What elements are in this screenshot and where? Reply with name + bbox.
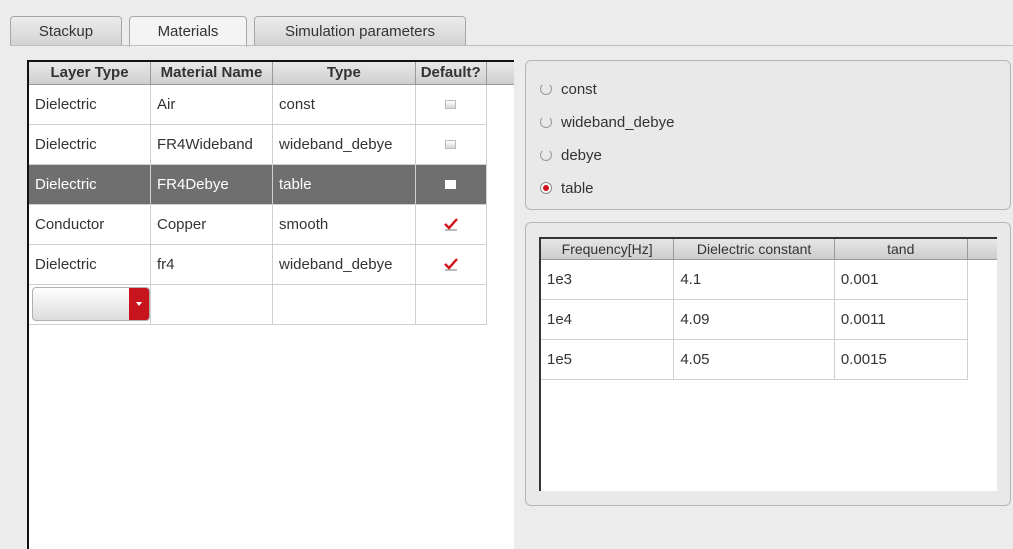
table-row[interactable]: Conductor Copper smooth — [29, 204, 514, 245]
materials-table-panel: Layer Type Material Name Type Default? D… — [27, 60, 514, 549]
column-header-filler — [967, 239, 997, 260]
cell-type[interactable]: table — [272, 164, 416, 205]
column-header-frequency[interactable]: Frequency[Hz] — [541, 239, 675, 260]
row-filler — [967, 259, 997, 299]
cell-type[interactable] — [272, 284, 416, 325]
cell-type[interactable]: wideband_debye — [272, 124, 416, 165]
radio-button[interactable] — [540, 116, 552, 128]
radio-button[interactable] — [540, 83, 552, 95]
tab-stackup[interactable]: Stackup — [10, 16, 122, 46]
cell-material-name[interactable] — [150, 284, 274, 325]
frequency-table-group: Frequency[Hz] Dielectric constant tand 1… — [525, 222, 1011, 506]
cell-default — [415, 164, 487, 205]
checkmark-icon — [443, 257, 458, 270]
cell-default — [415, 204, 487, 245]
radio-label: wideband_debye — [561, 113, 675, 131]
tab-materials[interactable]: Materials — [129, 16, 247, 47]
table-header-row: Frequency[Hz] Dielectric constant tand — [541, 239, 997, 260]
default-checkbox-checked[interactable] — [443, 217, 458, 232]
cell-material-name[interactable]: Copper — [150, 204, 274, 245]
table-row[interactable]: Dielectric fr4 wideband_debye — [29, 244, 514, 285]
cell-type[interactable]: wideband_debye — [272, 244, 416, 285]
row-filler — [967, 299, 997, 339]
cell-type[interactable]: const — [272, 84, 416, 125]
table-row[interactable]: 1e5 4.05 0.0015 — [541, 339, 997, 380]
cell-tand[interactable]: 0.0011 — [834, 299, 968, 340]
layer-type-dropdown[interactable] — [32, 287, 150, 321]
cell-layer-type-editor — [29, 284, 151, 325]
cell-dielectric-constant[interactable]: 4.05 — [673, 339, 835, 380]
table-row[interactable]: 1e3 4.1 0.001 — [541, 259, 997, 300]
row-filler — [967, 339, 997, 379]
default-checkbox[interactable] — [445, 140, 457, 150]
checkmark-icon — [443, 217, 458, 230]
tab-panel-divider — [10, 45, 1013, 46]
table-row[interactable]: Dielectric FR4Wideband wideband_debye — [29, 124, 514, 165]
radio-label: const — [561, 80, 597, 98]
table-row[interactable]: Dielectric Air const — [29, 84, 514, 125]
default-checkbox-checked[interactable] — [443, 257, 458, 272]
cell-material-name[interactable]: Air — [150, 84, 274, 125]
column-header-type[interactable]: Type — [272, 62, 416, 85]
cell-frequency[interactable]: 1e4 — [541, 299, 675, 340]
cell-default — [415, 124, 487, 165]
cell-dielectric-constant[interactable]: 4.1 — [673, 259, 835, 300]
default-checkbox[interactable] — [445, 180, 457, 190]
cell-layer-type[interactable]: Dielectric — [29, 244, 151, 285]
column-header-default[interactable]: Default? — [415, 62, 487, 85]
cell-default — [415, 244, 487, 285]
cell-dielectric-constant[interactable]: 4.09 — [673, 299, 835, 340]
table-row-selected[interactable]: Dielectric FR4Debye table — [29, 164, 514, 205]
radio-button[interactable] — [540, 149, 552, 161]
cell-layer-type[interactable]: Conductor — [29, 204, 151, 245]
column-header-dielectric-constant[interactable]: Dielectric constant — [673, 239, 835, 260]
row-filler — [486, 244, 514, 284]
frequency-table-panel: Frequency[Hz] Dielectric constant tand 1… — [539, 237, 997, 491]
radio-button-selected[interactable] — [540, 182, 552, 194]
row-filler — [486, 84, 514, 124]
cell-default[interactable] — [415, 284, 487, 325]
cell-tand[interactable]: 0.001 — [834, 259, 968, 300]
cell-material-name[interactable]: FR4Wideband — [150, 124, 274, 165]
radio-label: debye — [561, 146, 602, 164]
frequency-table: Frequency[Hz] Dielectric constant tand 1… — [541, 239, 997, 380]
cell-layer-type[interactable]: Dielectric — [29, 124, 151, 165]
table-header-row: Layer Type Material Name Type Default? — [29, 62, 514, 85]
cell-frequency[interactable]: 1e3 — [541, 259, 675, 300]
row-filler — [486, 284, 514, 324]
default-checkbox[interactable] — [445, 100, 457, 110]
radio-option-const[interactable]: const — [540, 79, 597, 99]
cell-tand[interactable]: 0.0015 — [834, 339, 968, 380]
column-header-layer-type[interactable]: Layer Type — [29, 62, 151, 85]
cell-material-name[interactable]: fr4 — [150, 244, 274, 285]
cell-frequency[interactable]: 1e5 — [541, 339, 675, 380]
tab-simulation-parameters[interactable]: Simulation parameters — [254, 16, 466, 46]
material-type-group: const wideband_debye debye table — [525, 60, 1011, 210]
radio-option-debye[interactable]: debye — [540, 145, 602, 165]
radio-option-table[interactable]: table — [540, 178, 594, 198]
row-filler — [486, 204, 514, 244]
column-header-filler — [486, 62, 514, 85]
cell-material-name[interactable]: FR4Debye — [150, 164, 274, 205]
cell-type[interactable]: smooth — [272, 204, 416, 245]
table-row[interactable]: 1e4 4.09 0.0011 — [541, 299, 997, 340]
chevron-down-icon[interactable] — [129, 288, 149, 320]
row-filler — [486, 164, 514, 204]
column-header-tand[interactable]: tand — [834, 239, 968, 260]
radio-label: table — [561, 179, 594, 197]
table-row-new[interactable] — [29, 284, 514, 325]
radio-option-wideband-debye[interactable]: wideband_debye — [540, 112, 674, 132]
cell-layer-type[interactable]: Dielectric — [29, 84, 151, 125]
cell-default — [415, 84, 487, 125]
row-filler — [486, 124, 514, 164]
column-header-material-name[interactable]: Material Name — [150, 62, 274, 85]
materials-table: Layer Type Material Name Type Default? D… — [29, 62, 514, 325]
cell-layer-type[interactable]: Dielectric — [29, 164, 151, 205]
